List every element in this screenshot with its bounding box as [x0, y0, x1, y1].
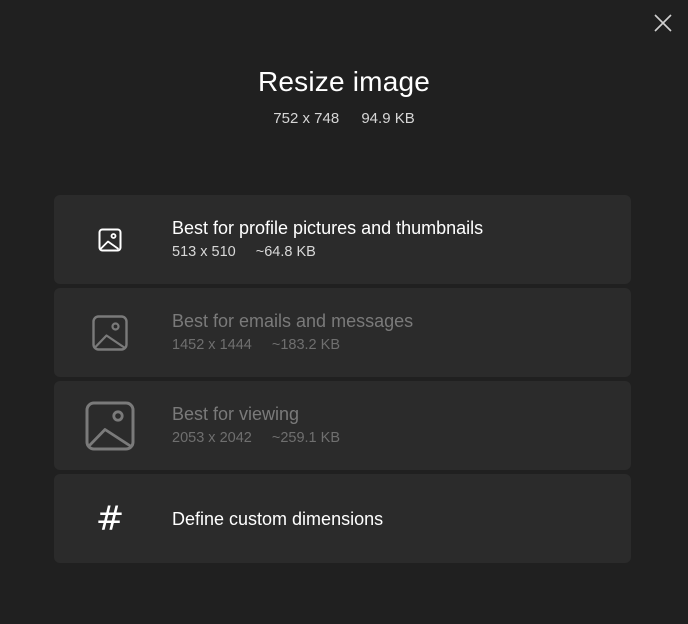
option-dimensions: 513 x 510 [172, 244, 236, 260]
image-icon [98, 228, 122, 251]
option-custom-dimensions[interactable]: # Define custom dimensions [54, 474, 631, 563]
original-file-size: 94.9 KB [361, 110, 415, 127]
option-details: 513 x 510 ~64.8 KB [172, 242, 483, 262]
option-emails-messages: Best for emails and messages 1452 x 1444… [54, 288, 631, 377]
option-details: 1452 x 1444 ~183.2 KB [172, 335, 413, 355]
original-image-info: 752 x 748 94.9 KB [0, 110, 688, 127]
option-title: Define custom dimensions [172, 508, 384, 529]
close-button[interactable] [650, 10, 676, 36]
dialog-title: Resize image [257, 66, 431, 97]
resize-image-dialog: Resize image 752 x 748 94.9 KB Best for … [0, 0, 688, 624]
option-profile-thumbnails[interactable]: Best for profile pictures and thumbnails… [54, 195, 631, 284]
option-details: 2053 x 2042 ~259.1 KB [172, 428, 340, 448]
option-viewing: Best for viewing 2053 x 2042 ~259.1 KB [54, 381, 631, 470]
original-dimensions: 752 x 748 [273, 110, 340, 127]
hash-icon: # [95, 498, 125, 539]
option-file-size: ~64.8 KB [255, 244, 316, 260]
option-title: Best for viewing [172, 404, 300, 424]
option-title: Best for emails and messages [172, 311, 414, 331]
option-title: Best for profile pictures and thumbnails [172, 218, 484, 238]
close-icon [654, 14, 672, 32]
option-dimensions: 2053 x 2042 [172, 430, 252, 446]
image-icon [92, 314, 128, 351]
image-icon [85, 401, 135, 450]
option-dimensions: 1452 x 1444 [172, 337, 252, 353]
option-file-size: ~259.1 KB [271, 430, 340, 446]
option-file-size: ~183.2 KB [271, 337, 340, 353]
